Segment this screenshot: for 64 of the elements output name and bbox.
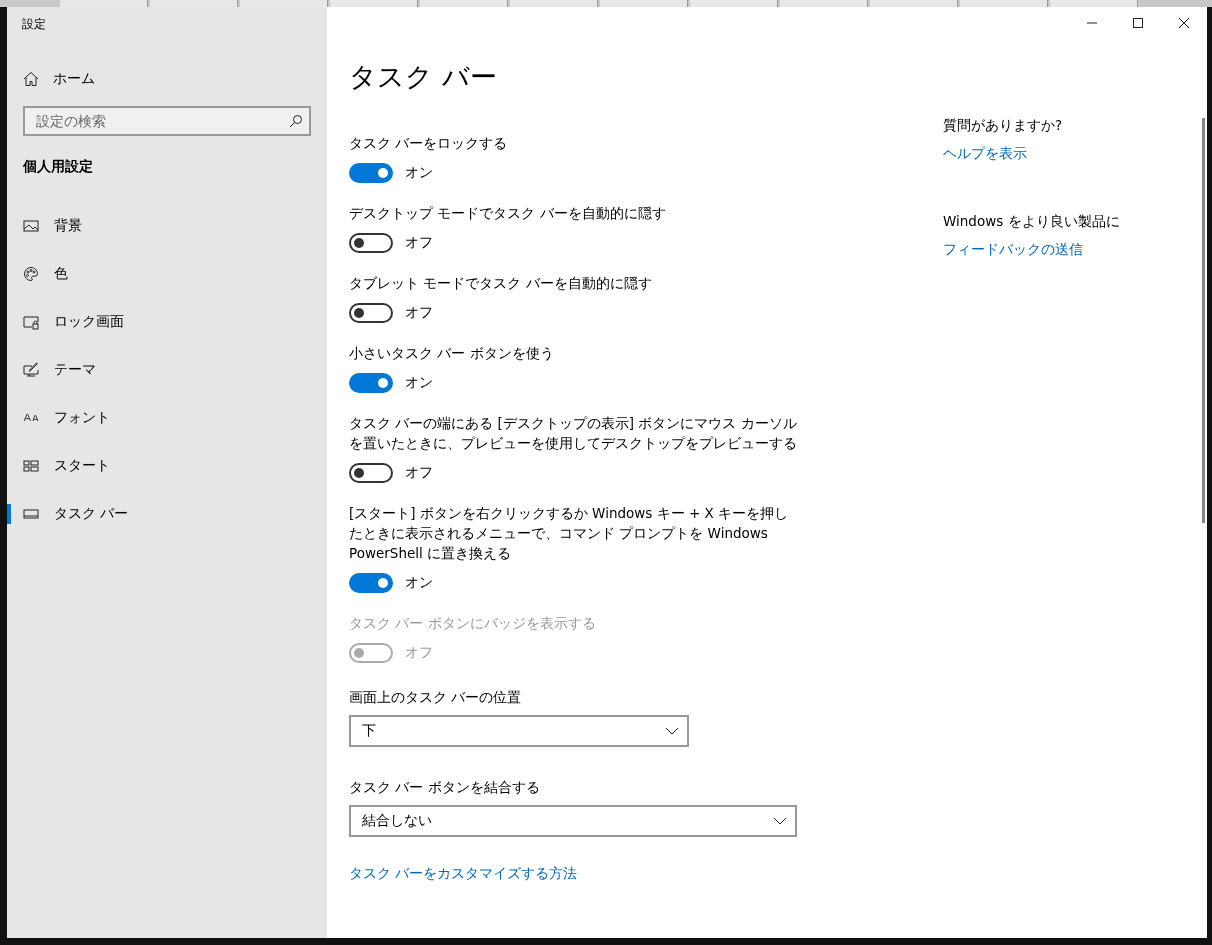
toggle-switch[interactable] [349, 573, 393, 593]
nav-item[interactable]: スタート [7, 442, 327, 490]
aside-heading: 質問がありますか? [943, 116, 1064, 135]
toggle-switch[interactable] [349, 163, 393, 183]
toggle-state: オフ [405, 304, 433, 322]
close-icon [1179, 18, 1189, 28]
setting-label: 小さいタスク バー ボタンを使う [349, 344, 555, 363]
nav-item[interactable]: 背景 [7, 202, 327, 250]
window-title: 設定 [21, 16, 47, 33]
aside-heading: Windows をより良い製品に [943, 212, 1120, 231]
toggle-state: オン [405, 574, 433, 592]
nav-item[interactable]: ロック画面 [7, 298, 327, 346]
browser-tab[interactable] [60, 0, 148, 7]
setting-label: タスク バー ボタンを結合する [349, 778, 541, 797]
browser-tab[interactable] [690, 0, 778, 7]
nav-item[interactable]: 色 [7, 250, 327, 298]
search-field[interactable]: 設定の検索 [23, 106, 311, 136]
taskbar-icon [23, 506, 39, 522]
setting-label: タブレット モードでタスク バーを自動的に隠す [349, 274, 653, 293]
tiles-icon [23, 458, 39, 474]
setting-label: デスクトップ モードでタスク バーを自動的に隠す [349, 204, 667, 223]
chevron-down-icon [665, 727, 679, 735]
browser-tab[interactable] [150, 0, 238, 7]
setting-label: タスク バーをロックする [349, 134, 509, 153]
search-icon [289, 114, 303, 128]
browser-tab[interactable] [240, 0, 328, 7]
nav-item[interactable]: テーマ [7, 346, 327, 394]
image-icon [23, 218, 39, 234]
toggle-switch[interactable] [349, 303, 393, 323]
home-icon [23, 71, 39, 87]
chevron-down-icon [773, 817, 787, 825]
toggle-state: オフ [405, 464, 433, 482]
help-link[interactable]: タスク バーをカスタマイズする方法 [349, 865, 578, 881]
setting-label: 画面上のタスク バーの位置 [349, 688, 523, 707]
maximize-icon [1133, 18, 1143, 28]
dropdown[interactable]: 結合しない [349, 805, 797, 837]
brush-monitor-icon [23, 362, 39, 378]
browser-tab[interactable] [780, 0, 868, 7]
setting-label: タスク バーの端にある [デスクトップの表示] ボタンにマウス カーソルを置いたときに、プレビューを使用してデスクトップをプレビューする [349, 414, 798, 453]
toggle-state: オン [405, 374, 433, 392]
section-heading: 個人用設定 [22, 158, 94, 176]
browser-tab[interactable] [510, 0, 598, 7]
toggle-switch[interactable] [349, 463, 393, 483]
toggle-switch[interactable] [349, 373, 393, 393]
setting-label: タスク バー ボタンにバッジを表示する [349, 614, 597, 633]
toggle-state: オフ [405, 644, 433, 662]
nav-item[interactable]: フォント [7, 394, 327, 442]
palette-icon [23, 266, 39, 282]
aside-link[interactable]: フィードバックの送信 [943, 241, 1083, 257]
home-nav-item[interactable]: ホーム [7, 55, 327, 103]
browser-tab[interactable] [330, 0, 418, 7]
browser-tab[interactable] [870, 0, 958, 7]
lock-screen-icon [23, 314, 39, 330]
toggle-switch[interactable] [349, 233, 393, 253]
browser-tab[interactable] [420, 0, 508, 7]
page-title: タスク バー [349, 60, 498, 94]
aside-link[interactable]: ヘルプを表示 [943, 145, 1027, 161]
toggle-state: オン [405, 164, 433, 182]
dropdown[interactable]: 下 [349, 715, 689, 747]
browser-tab[interactable] [960, 0, 1048, 7]
browser-tab[interactable] [600, 0, 688, 7]
setting-label: [スタート] ボタンを右クリックするか Windows キー + X キーを押したときに表示されるメニューで、コマンド プロンプトを Windows PowerShell に置き換える [349, 504, 790, 563]
scrollbar[interactable] [1202, 118, 1205, 523]
toggle-state: オフ [405, 234, 433, 252]
